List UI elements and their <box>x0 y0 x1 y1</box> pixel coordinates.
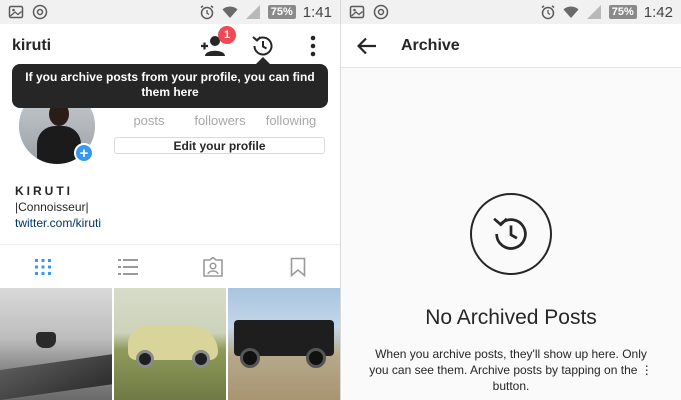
back-button[interactable] <box>355 34 379 58</box>
profile-bio: KIRUTI |Connoisseur| twitter.com/kiruti <box>15 183 101 231</box>
edit-profile-button[interactable]: Edit your profile <box>114 137 325 154</box>
profile-header: kiruti 1 <box>0 24 340 68</box>
profile-view-tabs <box>0 244 340 288</box>
tab-grid-view[interactable] <box>0 245 85 288</box>
signal-icon <box>586 5 601 19</box>
empty-state-graphic <box>470 193 552 275</box>
status-time: 1:41 <box>302 3 332 21</box>
more-vertical-icon <box>310 35 316 57</box>
tab-list-view[interactable] <box>85 245 170 288</box>
chrome-icon <box>373 4 389 20</box>
archive-history-icon <box>493 217 527 250</box>
chrome-icon <box>32 4 48 20</box>
battery-indicator: 75% <box>267 5 296 19</box>
saved-bookmark-icon <box>291 257 306 277</box>
wifi-icon <box>563 6 579 18</box>
notification-badge: 1 <box>218 26 236 44</box>
following-label[interactable]: following <box>256 113 326 128</box>
post-thumbnail[interactable] <box>228 288 340 400</box>
list-view-icon <box>117 258 138 275</box>
status-bar: 75% 1:41 <box>0 0 340 24</box>
status-bar: 75% 1:42 <box>341 0 681 24</box>
archive-screen: 75% 1:42 Archive No Archived Posts When … <box>341 0 681 400</box>
profile-display-name: KIRUTI <box>15 184 73 198</box>
wifi-icon <box>222 6 238 18</box>
profile-stats: posts followers following <box>114 113 326 128</box>
gallery-icon <box>8 5 24 19</box>
profile-screen: 75% 1:41 kiruti 1 If you archive posts f… <box>0 0 341 400</box>
posts-label[interactable]: posts <box>114 113 184 128</box>
gallery-icon <box>349 5 365 19</box>
grid-view-icon <box>34 258 51 275</box>
posts-grid <box>0 288 340 400</box>
signal-icon <box>245 5 260 19</box>
archive-history-icon <box>252 36 273 56</box>
archive-header: Archive <box>341 24 681 68</box>
add-story-icon[interactable]: + <box>74 143 94 163</box>
profile-tagline: |Connoisseur| <box>15 200 89 214</box>
profile-username: kiruti <box>12 37 52 54</box>
empty-state-description: When you archive posts, they'll show up … <box>369 347 653 393</box>
status-time: 1:42 <box>643 3 673 21</box>
page-title: Archive <box>401 36 460 54</box>
post-thumbnail[interactable] <box>0 288 112 400</box>
post-thumbnail[interactable] <box>114 288 226 400</box>
alarm-icon <box>541 5 555 20</box>
discover-people-button[interactable]: 1 <box>198 26 236 61</box>
followers-label[interactable]: followers <box>185 113 255 128</box>
tab-tagged[interactable] <box>171 245 256 288</box>
options-menu-button[interactable] <box>298 31 328 61</box>
empty-state-title: No Archived Posts <box>425 306 597 329</box>
tagged-photos-icon <box>203 256 223 277</box>
archive-tooltip: If you archive posts from your profile, … <box>12 57 328 108</box>
alarm-icon <box>200 5 214 20</box>
profile-link[interactable]: twitter.com/kiruti <box>15 215 101 231</box>
tab-saved[interactable] <box>256 245 340 288</box>
battery-indicator: 75% <box>608 5 637 19</box>
back-arrow-icon <box>357 37 376 54</box>
